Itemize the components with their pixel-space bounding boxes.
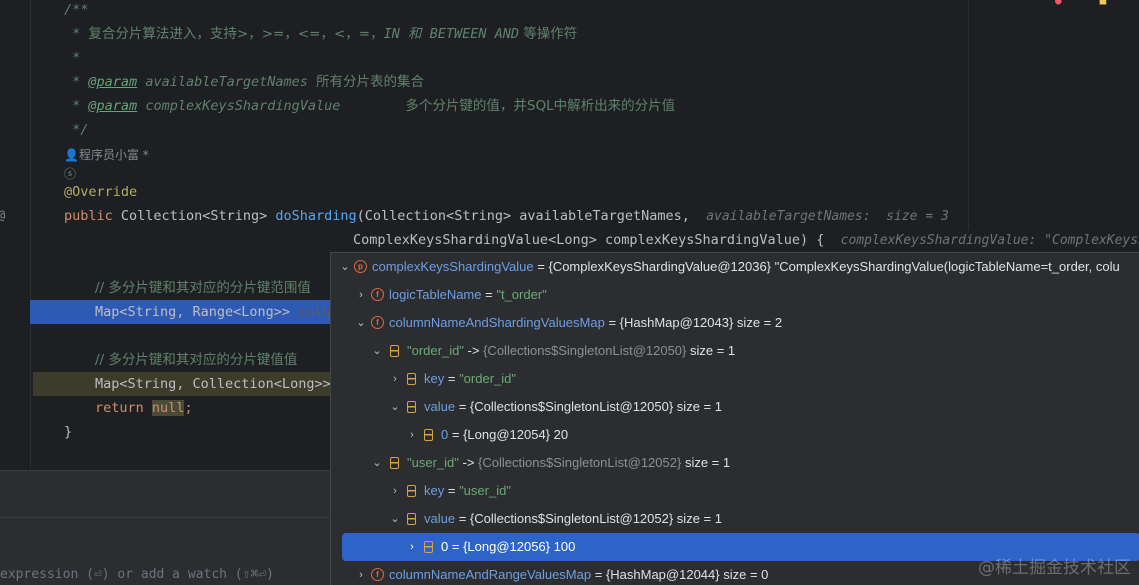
doc-close: */ xyxy=(64,122,89,138)
list-item-icon xyxy=(424,541,433,553)
chevron-right-icon[interactable]: › xyxy=(406,421,418,449)
tree-node-entry2-key[interactable]: › key = "user_id" xyxy=(331,477,1139,505)
author-hint[interactable]: 👤程序员小富 * xyxy=(64,145,149,165)
tree-node-entry1-value[interactable]: ⌄ value = {Collections$SingletonList@120… xyxy=(331,393,1139,421)
tree-node-entry1-key[interactable]: › key = "order_id" xyxy=(331,365,1139,393)
comment-range: // 多分片键和其对应的分片键范围值 xyxy=(95,280,311,296)
map-entry-icon xyxy=(390,345,399,357)
tree-node-root[interactable]: ⌄ p complexKeysShardingValue = {ComplexK… xyxy=(331,253,1139,281)
return-statement: return null; xyxy=(95,400,193,416)
divider xyxy=(0,517,330,518)
error-icon: ● xyxy=(1055,0,1062,7)
tree-node-logic-table[interactable]: › f logicTableName = "t_order" xyxy=(331,281,1139,309)
variables-popup[interactable]: ⌄ p complexKeysShardingValue = {ComplexK… xyxy=(330,252,1139,585)
user-icon: 👤 xyxy=(64,148,79,162)
error-markers[interactable]: ● ■ xyxy=(1055,0,1106,7)
comment-value: // 多分片键和其对应的分片键值值 xyxy=(95,352,298,368)
override-gutter-icon[interactable]: @ xyxy=(0,208,5,222)
chevron-down-icon[interactable]: ⌄ xyxy=(389,393,401,421)
chevron-down-icon[interactable]: ⌄ xyxy=(371,449,383,477)
doc-param-2: * @param complexKeysShardingValue 多个分片键的… xyxy=(64,98,676,114)
override-annotation: @Override xyxy=(64,184,138,200)
debugger-console: expression (⏎) or add a watch (⇧⌘⏎) xyxy=(0,470,330,585)
map-entry-icon xyxy=(407,373,416,385)
chevron-right-icon[interactable]: › xyxy=(355,561,367,585)
tree-node-sharding-map[interactable]: ⌄ f columnNameAndShardingValuesMap = {Ha… xyxy=(331,309,1139,337)
map-entry-icon xyxy=(407,485,416,497)
chevron-right-icon[interactable]: › xyxy=(389,365,401,393)
tree-node-entry1-item[interactable]: › 0 = {Long@12054} 20 xyxy=(331,421,1139,449)
chevron-right-icon[interactable]: › xyxy=(355,281,367,309)
code-line-value-map: Map<String, Collection<Long>> xyxy=(95,376,339,392)
right-margin-guide xyxy=(968,0,969,230)
field-icon: f xyxy=(371,568,384,581)
chevron-right-icon[interactable]: › xyxy=(406,533,418,561)
watch-input[interactable]: expression (⏎) or add a watch (⇧⌘⏎) xyxy=(0,567,274,582)
doc-line-1: * 复合分片算法进入，支持>，>=，<=，<，=，IN 和 BETWEEN AN… xyxy=(64,26,578,42)
doc-open: /** xyxy=(64,2,89,18)
list-item-icon xyxy=(424,429,433,441)
chevron-down-icon[interactable]: ⌄ xyxy=(371,337,383,365)
tree-node-entry-user-id[interactable]: ⌄ "user_id" -> {Collections$SingletonLis… xyxy=(331,449,1139,477)
closing-brace: } xyxy=(64,424,73,440)
warning-icon: ■ xyxy=(1099,0,1107,7)
field-icon: f xyxy=(371,316,384,329)
tree-node-entry2-value[interactable]: ⌄ value = {Collections$SingletonList@120… xyxy=(331,505,1139,533)
tree-node-entry-order-id[interactable]: ⌄ "order_id" -> {Collections$SingletonLi… xyxy=(331,337,1139,365)
map-entry-icon xyxy=(407,401,416,413)
chevron-down-icon[interactable]: ⌄ xyxy=(339,253,351,281)
field-icon: f xyxy=(371,288,384,301)
doc-param-1: * @param availableTargetNames 所有分片表的集合 xyxy=(64,74,425,90)
map-entry-icon xyxy=(390,457,399,469)
inline-value-hint: complexKeysShardingValue: "ComplexKeysSh xyxy=(840,233,1139,248)
method-signature-line-2: ComplexKeysShardingValue<Long> complexKe… xyxy=(353,228,1139,252)
map-entry-icon xyxy=(407,513,416,525)
watermark: @稀土掘金技术社区 xyxy=(978,558,1131,578)
chevron-right-icon[interactable]: › xyxy=(389,477,401,505)
parameter-icon: p xyxy=(354,260,367,273)
chevron-down-icon[interactable]: ⌄ xyxy=(389,505,401,533)
chevron-down-icon[interactable]: ⌄ xyxy=(355,309,367,337)
inline-value-hint: availableTargetNames: size = 3 xyxy=(706,209,949,224)
gutter-divider xyxy=(30,0,31,470)
code-line-range-map: Map<String, Range<Long>> colum xyxy=(95,304,339,320)
method-signature-line-1: public Collection<String> doSharding(Col… xyxy=(64,208,949,224)
doc-line-2: * xyxy=(64,50,81,66)
